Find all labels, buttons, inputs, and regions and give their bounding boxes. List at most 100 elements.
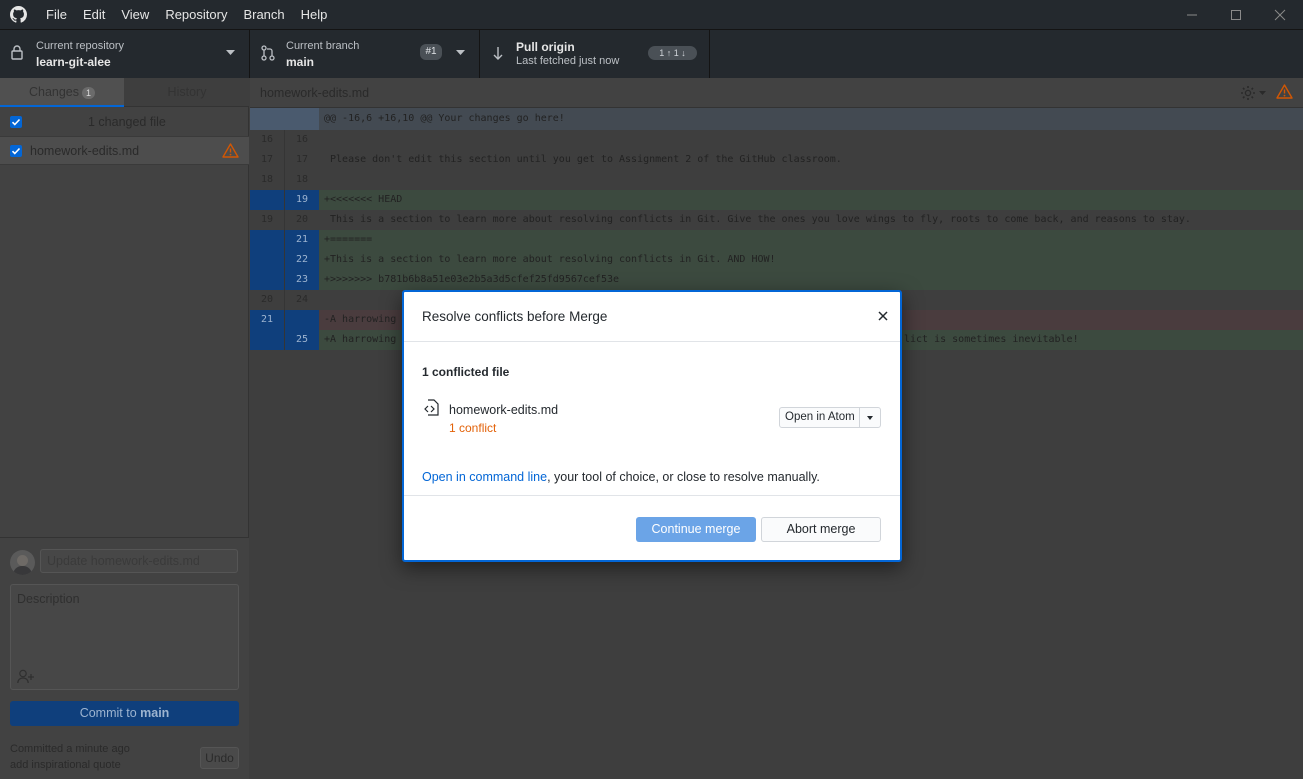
old-line-number[interactable] — [250, 250, 284, 270]
new-line-number[interactable]: 16 — [285, 130, 319, 150]
conflict-count: 1 conflict — [449, 421, 497, 435]
resolve-hint-text: , your tool of choice, or close to resol… — [547, 470, 820, 484]
warning-icon — [1276, 84, 1293, 99]
changed-file-name: homework-edits.md — [30, 144, 140, 158]
maximize-button[interactable] — [1214, 0, 1258, 29]
commit-button-branch: main — [140, 706, 170, 720]
old-line-number[interactable] — [250, 190, 284, 210]
abort-merge-button[interactable]: Abort merge — [761, 517, 881, 542]
last-fetched-text: Last fetched just now — [516, 55, 620, 67]
commit-description-input[interactable]: Description — [10, 584, 239, 690]
select-all-checkbox[interactable] — [10, 116, 22, 128]
new-line-number[interactable]: 23 — [285, 270, 319, 290]
old-line-number[interactable] — [250, 108, 319, 130]
repository-selector[interactable]: Current repository learn-git-alee — [0, 30, 250, 78]
pull-request-icon — [261, 45, 275, 61]
menu-repository[interactable]: Repository — [157, 0, 235, 29]
new-line-number[interactable]: 20 — [285, 210, 319, 230]
title-bar: File Edit View Repository Branch Help — [0, 0, 1303, 29]
undo-button[interactable]: Undo — [200, 747, 239, 769]
old-line-number[interactable] — [250, 330, 284, 350]
tab-history[interactable]: History — [125, 78, 249, 107]
lock-icon — [11, 45, 23, 60]
new-line-number[interactable]: 19 — [285, 190, 319, 210]
new-line-number[interactable]: 17 — [285, 150, 319, 170]
open-in-atom-button[interactable]: Open in Atom — [779, 407, 881, 428]
changes-count-badge: 1 — [82, 86, 96, 99]
old-line-number[interactable]: 17 — [250, 150, 284, 170]
toolbar: Current repository learn-git-alee Curren… — [0, 29, 1303, 78]
conflict-warning-icon — [222, 143, 239, 158]
minimize-button[interactable] — [1170, 0, 1214, 29]
diff-line: 22 +This is a section to learn more about… — [250, 250, 1303, 270]
diff-file-name: homework-edits.md — [260, 86, 370, 100]
old-line-number[interactable]: 21 — [250, 310, 284, 330]
pull-origin-button[interactable]: Pull origin Last fetched just now 1 ↑ 1 … — [480, 30, 710, 78]
tab-changes[interactable]: Changes 1 — [0, 78, 124, 107]
checkmark-icon — [11, 147, 21, 155]
old-line-number[interactable]: 18 — [250, 170, 284, 190]
continue-merge-button[interactable]: Continue merge — [636, 517, 756, 542]
commit-button[interactable]: Commit to main — [10, 701, 239, 726]
arrow-down-icon — [493, 47, 503, 60]
menu-bar: File Edit View Repository Branch Help — [38, 0, 335, 29]
old-line-number[interactable] — [250, 230, 284, 250]
new-line-number[interactable]: 24 — [285, 290, 319, 310]
close-window-button[interactable] — [1258, 0, 1302, 29]
minimize-icon — [1187, 14, 1197, 15]
last-commit-message: add inspirational quote — [10, 759, 121, 771]
diff-file-header: homework-edits.md — [250, 78, 1303, 108]
diff-line-text — [324, 290, 330, 310]
commit-panel: Update homework-edits.md Description Com… — [0, 537, 249, 779]
menu-branch[interactable]: Branch — [235, 0, 292, 29]
pull-request-badge[interactable]: #1 — [420, 44, 442, 60]
chevron-down-icon[interactable] — [1259, 91, 1266, 96]
branch-title: Current branch — [286, 40, 360, 52]
old-line-number[interactable] — [250, 270, 284, 290]
diff-line-text-tail: lict is sometimes inevitable! — [904, 334, 1079, 345]
repository-name: learn-git-alee — [36, 55, 111, 69]
tab-history-label: History — [167, 85, 207, 99]
new-line-number[interactable]: 22 — [285, 250, 319, 270]
new-line-number[interactable]: 18 — [285, 170, 319, 190]
dialog-divider — [404, 341, 900, 342]
changed-file-item[interactable]: homework-edits.md — [0, 137, 249, 165]
new-line-number[interactable]: 21 — [285, 230, 319, 250]
diff-line-text: Please don't edit this section until you… — [324, 154, 842, 165]
gear-icon[interactable] — [1240, 85, 1256, 101]
diff-line: @@ -16,6 +16,10 @@ Your changes go here! — [250, 108, 1303, 130]
new-line-number[interactable] — [285, 310, 319, 330]
old-line-number[interactable]: 16 — [250, 130, 284, 150]
commit-summary-input[interactable]: Update homework-edits.md — [40, 549, 238, 573]
dialog-footer-divider — [404, 495, 900, 496]
diff-line-text: +<<<<<<< HEAD — [324, 194, 403, 205]
diff-line-text: +======= — [324, 234, 373, 245]
sidebar-tabs: Changes 1 History — [0, 78, 249, 107]
menu-edit[interactable]: Edit — [75, 0, 113, 29]
diff-line-text — [324, 170, 330, 190]
menu-help[interactable]: Help — [293, 0, 336, 29]
description-placeholder: Description — [17, 592, 80, 606]
checkmark-icon — [11, 118, 21, 126]
diff-line-text: +>>>>>>> b781b6b8a51e03e2b5a3d5cfef25fd9… — [324, 274, 620, 285]
chevron-down-icon[interactable] — [867, 416, 873, 420]
dialog-close-icon[interactable] — [876, 309, 890, 323]
last-commit-time: Committed a minute ago — [10, 743, 130, 755]
old-line-number[interactable]: 19 — [250, 210, 284, 230]
ahead-behind-badge: 1 ↑ 1 ↓ — [648, 46, 697, 60]
open-command-line-link[interactable]: Open in command line — [422, 470, 547, 484]
menu-view[interactable]: View — [113, 0, 157, 29]
menu-file[interactable]: File — [38, 0, 75, 29]
changed-files-header: 1 changed file — [0, 108, 249, 137]
diff-line-text: +A harrowing — [324, 334, 397, 345]
diff-line: 18 18 — [250, 170, 1303, 190]
add-coauthor-icon[interactable] — [17, 669, 35, 684]
file-diff-icon — [424, 399, 439, 416]
branch-selector[interactable]: Current branch main #1 — [250, 30, 480, 78]
avatar — [10, 550, 35, 575]
pull-origin-title: Pull origin — [516, 40, 575, 54]
old-line-number[interactable]: 20 — [250, 290, 284, 310]
button-divider — [859, 408, 860, 427]
file-checkbox[interactable] — [10, 145, 22, 157]
new-line-number[interactable]: 25 — [285, 330, 319, 350]
